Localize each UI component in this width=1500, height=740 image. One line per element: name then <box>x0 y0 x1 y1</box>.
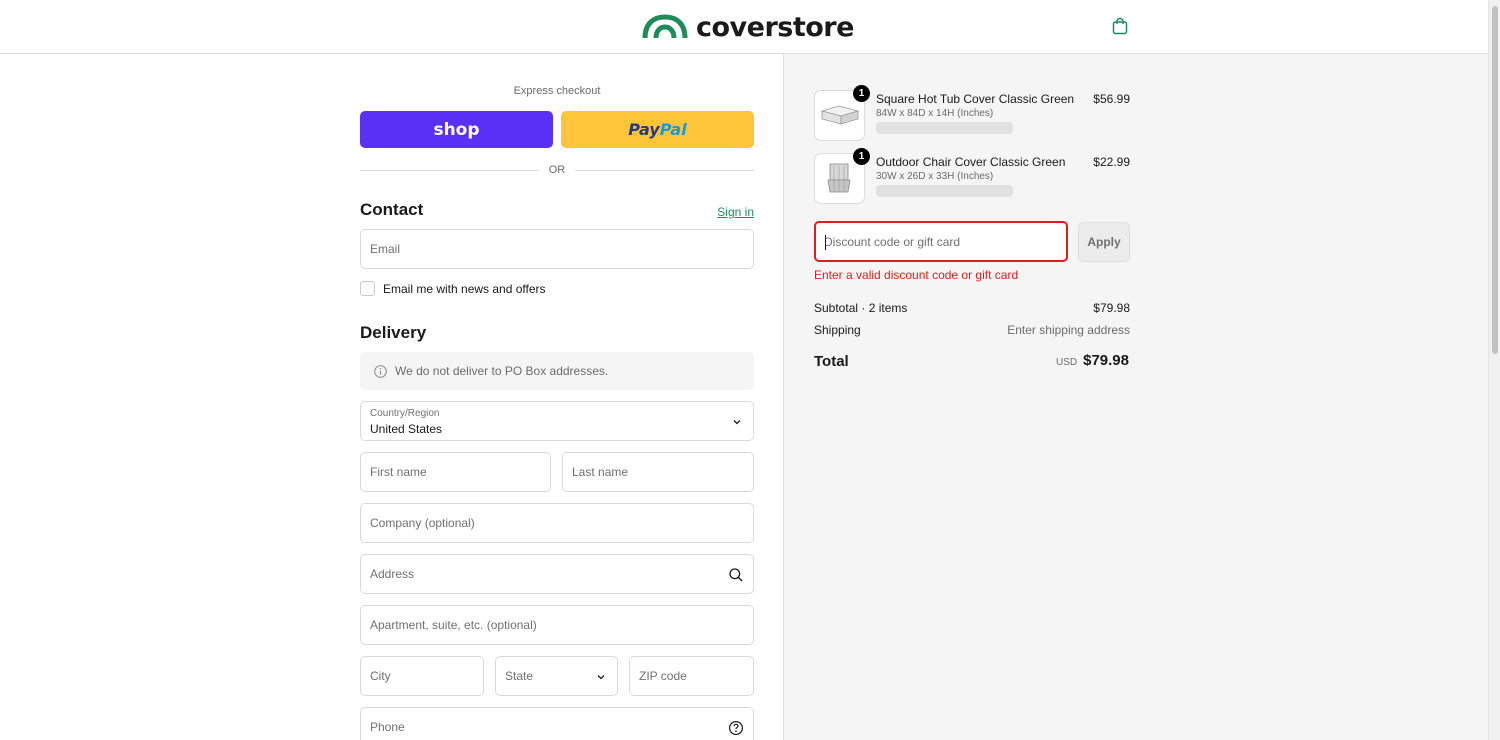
zip-field[interactable] <box>629 656 754 696</box>
first-name-field[interactable] <box>360 452 551 492</box>
product-name: Square Hot Tub Cover Classic Green <box>876 92 1075 106</box>
total-amount-group: USD $79.98 <box>1056 352 1129 369</box>
state-placeholder: State <box>505 669 534 683</box>
address-input[interactable] <box>361 555 753 593</box>
loading-placeholder <box>876 185 1013 197</box>
line-item: 1 Square Hot Tub Cover Classic Green 84W… <box>814 85 1130 142</box>
city-field[interactable] <box>360 656 484 696</box>
state-select[interactable]: State <box>495 656 618 696</box>
email-input[interactable] <box>361 230 753 268</box>
shipping-row: Shipping Enter shipping address <box>814 323 1130 337</box>
newsletter-option[interactable]: Email me with news and offers <box>360 281 546 296</box>
company-input[interactable] <box>361 504 753 542</box>
email-field[interactable] <box>360 229 754 269</box>
total-amount: $79.98 <box>1083 352 1129 369</box>
newsletter-label: Email me with news and offers <box>383 281 546 296</box>
subtotal-value: $79.98 <box>1093 301 1130 315</box>
shopping-bag-icon <box>1112 17 1128 35</box>
divider-line <box>360 169 539 171</box>
product-thumbnail: 1 <box>814 148 870 204</box>
shop-pay-button[interactable]: shop <box>360 111 553 148</box>
apply-discount-button[interactable]: Apply <box>1078 222 1130 262</box>
chevron-down-icon <box>597 675 605 680</box>
brand-name: coverstore <box>696 11 854 43</box>
search-icon[interactable] <box>728 567 744 583</box>
divider-line <box>575 169 754 171</box>
address-field[interactable] <box>360 554 754 594</box>
first-name-input[interactable] <box>361 453 550 491</box>
quantity-badge: 1 <box>853 148 870 165</box>
discount-error-message: Enter a valid discount code or gift card <box>814 268 1019 282</box>
subtotal-row: Subtotal · 2 items $79.98 <box>814 301 1130 315</box>
page-scrollbar[interactable] <box>1488 0 1500 740</box>
quantity-badge: 1 <box>853 85 870 102</box>
country-value: United States <box>370 422 443 436</box>
country-select[interactable]: Country/Region United States <box>360 401 754 441</box>
shipping-value: Enter shipping address <box>1007 323 1130 337</box>
po-box-notice: We do not deliver to PO Box addresses. <box>360 352 754 390</box>
site-header: coverstore <box>0 0 1488 54</box>
text-caret <box>825 235 826 250</box>
info-icon <box>374 364 387 378</box>
notice-text: We do not deliver to PO Box addresses. <box>395 364 609 378</box>
order-summary: 1 Square Hot Tub Cover Classic Green 84W… <box>783 54 1488 740</box>
product-name: Outdoor Chair Cover Classic Green <box>876 155 1066 169</box>
line-item: 1 Outdoor Chair Cover Classic Green 30W … <box>814 148 1130 205</box>
contact-heading: Contact <box>360 200 424 219</box>
subtotal-label: Subtotal · 2 items <box>814 301 908 315</box>
cart-button[interactable] <box>1109 15 1131 37</box>
zip-input[interactable] <box>630 657 753 695</box>
company-field[interactable] <box>360 503 754 543</box>
apartment-field[interactable] <box>360 605 754 645</box>
product-price: $56.99 <box>1093 92 1130 106</box>
sign-in-link[interactable]: Sign in <box>717 205 754 219</box>
or-divider: OR <box>360 164 754 176</box>
phone-input[interactable] <box>361 708 753 740</box>
discount-field[interactable] <box>814 221 1068 262</box>
chevron-down-icon <box>733 420 741 425</box>
last-name-input[interactable] <box>563 453 753 491</box>
express-checkout-label: Express checkout <box>513 85 601 97</box>
total-label: Total <box>814 353 849 370</box>
last-name-field[interactable] <box>562 452 754 492</box>
paypal-label-pay: Pay <box>628 120 660 139</box>
scrollbar-thumb[interactable] <box>1492 6 1498 354</box>
paypal-label-pal: Pal <box>659 120 687 139</box>
newsletter-checkbox[interactable] <box>360 281 375 296</box>
delivery-heading: Delivery <box>360 323 427 342</box>
product-price: $22.99 <box>1093 155 1130 169</box>
loading-placeholder <box>876 122 1013 134</box>
product-thumbnail: 1 <box>814 85 870 141</box>
currency-code: USD <box>1055 357 1078 368</box>
paypal-button[interactable]: Pay Pal <box>561 111 754 148</box>
country-label: Country/Region <box>370 408 440 419</box>
or-text: OR <box>548 164 566 176</box>
apartment-input[interactable] <box>361 606 753 644</box>
shipping-label: Shipping <box>814 323 861 337</box>
phone-field[interactable] <box>360 707 754 740</box>
coverstore-logo-icon <box>642 14 688 39</box>
product-variant: 30W x 26D x 33H (Inches) <box>876 171 994 182</box>
brand-logo[interactable]: coverstore <box>642 11 854 43</box>
discount-input[interactable] <box>816 223 1066 260</box>
city-input[interactable] <box>361 657 483 695</box>
product-variant: 84W x 84D x 14H (Inches) <box>876 108 994 119</box>
help-icon[interactable] <box>728 720 744 736</box>
